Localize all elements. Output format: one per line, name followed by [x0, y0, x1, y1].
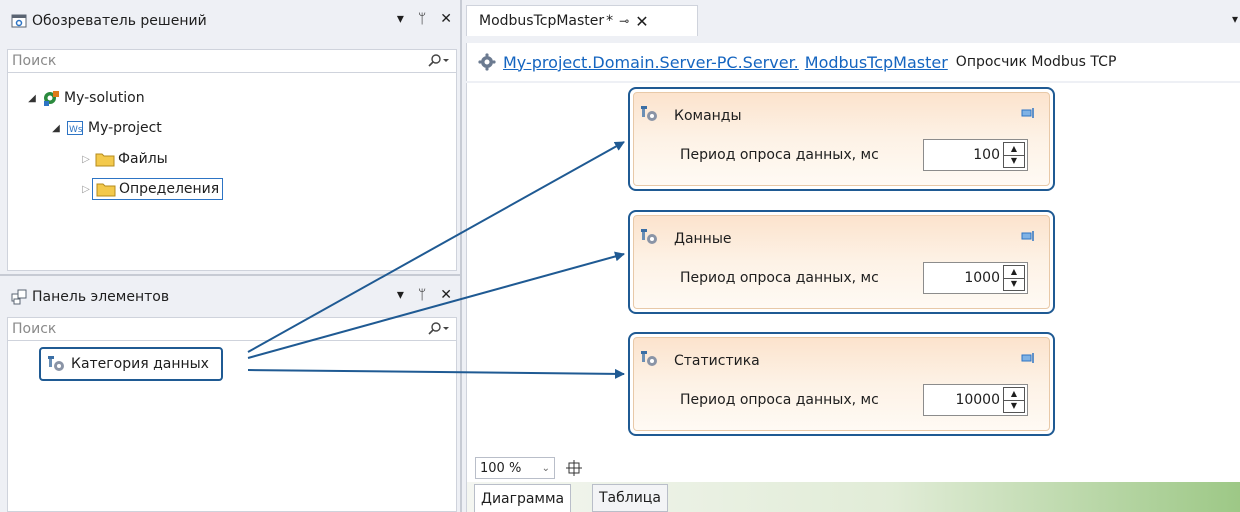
close-tab-icon[interactable]: ✕ — [635, 12, 648, 31]
object-gear-icon — [477, 53, 497, 71]
decrement-icon[interactable]: ▼ — [1004, 277, 1024, 291]
property-label: Период опроса данных, мс — [680, 147, 879, 163]
tree-item-files[interactable]: ▷ Файлы — [80, 147, 168, 171]
search-icon[interactable] — [422, 54, 456, 68]
tab-modbus-tcp-master[interactable]: ModbusTcpMaster * ⊸ ✕ — [466, 5, 698, 36]
polling-period-stepper[interactable]: ▲ ▼ — [923, 262, 1028, 294]
breadcrumb-path-link[interactable]: My-project.Domain.Server-PC.Server. — [503, 53, 799, 72]
dropdown-icon[interactable]: ▾ — [397, 11, 404, 27]
tree-item-solution[interactable]: ◢ My-solution — [26, 86, 145, 110]
property-label: Период опроса данных, мс — [680, 392, 879, 408]
panel-splitter[interactable] — [0, 274, 462, 276]
svg-text:Ws: Ws — [69, 125, 83, 135]
solution-search-input[interactable] — [12, 53, 422, 69]
tab-diagram-label: Диаграмма — [481, 490, 565, 507]
increment-icon[interactable]: ▲ — [1004, 266, 1024, 278]
document-tab-strip: ModbusTcpMaster * ⊸ ✕ ▾ — [466, 0, 1240, 38]
node-title: Данные — [674, 231, 732, 247]
view-tabs: Диаграмма Таблица — [466, 482, 1240, 512]
toolbox-header: Панель элементов ▾ ᛘ ✕ — [0, 284, 460, 310]
breadcrumb: My-project.Domain.Server-PC.Server. Modb… — [466, 43, 1240, 81]
collapsed-icon[interactable]: ▷ — [80, 184, 92, 195]
folder-icon — [96, 180, 116, 198]
increment-icon[interactable]: ▲ — [1004, 388, 1024, 400]
tree-label-solution: My-solution — [64, 90, 145, 106]
pin-icon[interactable]: ⊸ — [619, 14, 629, 28]
data-category-icon — [640, 350, 660, 372]
solution-explorer-title: Обозреватель решений — [32, 13, 207, 29]
breadcrumb-object-link[interactable]: ModbusTcpMaster — [805, 53, 948, 72]
search-icon[interactable] — [422, 322, 456, 336]
expand-node-icon[interactable] — [1021, 107, 1035, 123]
node-title: Статистика — [674, 353, 760, 369]
tree-item-definitions[interactable]: ▷ Определения — [80, 177, 224, 201]
tab-list-dropdown-icon[interactable]: ▾ — [1232, 12, 1238, 26]
toolbox-search-input[interactable] — [12, 321, 422, 337]
decrement-icon[interactable]: ▼ — [1004, 399, 1024, 413]
data-category-icon — [47, 355, 67, 373]
breadcrumb-description: Опросчик Modbus TCP — [955, 54, 1117, 70]
toolbox-icon — [10, 288, 28, 306]
data-category-icon — [640, 228, 660, 250]
tab-table-label: Таблица — [599, 490, 661, 506]
node-title: Команды — [674, 108, 742, 124]
dropdown-icon[interactable]: ▾ — [397, 287, 404, 303]
zoom-bar: 100 % ⌄ — [466, 454, 1240, 482]
chevron-down-icon[interactable]: ⌄ — [542, 463, 550, 474]
pin-icon[interactable]: ᛘ — [418, 287, 426, 303]
zoom-select[interactable]: 100 % ⌄ — [475, 457, 555, 479]
polling-period-input[interactable] — [924, 391, 1003, 409]
tree-label-files: Файлы — [118, 151, 168, 167]
tree-label-definitions: Определения — [119, 181, 220, 197]
tab-title: ModbusTcpMaster — [479, 13, 605, 29]
polling-period-stepper[interactable]: ▲ ▼ — [923, 139, 1028, 171]
node-commands[interactable]: Команды Период опроса данных, мс ▲ ▼ — [628, 87, 1055, 191]
solution-explorer-icon — [10, 12, 28, 30]
polling-period-input[interactable] — [924, 146, 1003, 164]
polling-period-stepper[interactable]: ▲ ▼ — [923, 384, 1028, 416]
solution-icon — [41, 89, 61, 107]
pin-icon[interactable]: ᛘ — [418, 11, 426, 27]
tree-label-project: My-project — [88, 120, 162, 136]
toolbox-list: Категория данных — [7, 341, 457, 512]
selected-node[interactable]: Определения — [92, 178, 224, 200]
folder-icon — [95, 150, 115, 168]
decrement-icon[interactable]: ▼ — [1004, 154, 1024, 168]
collapsed-icon[interactable]: ▷ — [80, 154, 92, 165]
zoom-value: 100 % — [480, 460, 522, 476]
tab-diagram[interactable]: Диаграмма — [474, 484, 572, 512]
modified-mark: * — [606, 13, 614, 29]
property-label: Период опроса данных, мс — [680, 270, 879, 286]
expand-node-icon[interactable] — [1021, 352, 1035, 368]
close-icon[interactable]: ✕ — [440, 11, 452, 27]
vertical-splitter[interactable] — [460, 0, 462, 512]
tab-table[interactable]: Таблица — [592, 484, 668, 512]
solution-tree: ◢ My-solution ◢ Ws My-project ▷ Файлы ▷ … — [7, 73, 457, 271]
node-data[interactable]: Данные Период опроса данных, мс ▲ ▼ — [628, 210, 1055, 314]
toolbox-item-label: Категория данных — [71, 356, 209, 372]
toolbox-title: Панель элементов — [32, 289, 170, 305]
toolbox-item-data-category[interactable]: Категория данных — [39, 347, 223, 381]
expand-node-icon[interactable] — [1021, 230, 1035, 246]
solution-search-box[interactable] — [7, 49, 457, 73]
polling-period-input[interactable] — [924, 269, 1003, 287]
data-category-icon — [640, 105, 660, 127]
node-statistics[interactable]: Статистика Период опроса данных, мс ▲ ▼ — [628, 332, 1055, 436]
tree-item-project[interactable]: ◢ Ws My-project — [50, 116, 162, 140]
solution-explorer-header: Обозреватель решений ▾ ᛘ ✕ — [0, 8, 460, 34]
expanded-icon[interactable]: ◢ — [50, 123, 62, 134]
fit-to-screen-icon[interactable] — [565, 459, 583, 481]
expanded-icon[interactable]: ◢ — [26, 93, 38, 104]
project-icon: Ws — [65, 119, 85, 137]
close-icon[interactable]: ✕ — [440, 287, 452, 303]
toolbox-search-box[interactable] — [7, 317, 457, 341]
increment-icon[interactable]: ▲ — [1004, 143, 1024, 155]
